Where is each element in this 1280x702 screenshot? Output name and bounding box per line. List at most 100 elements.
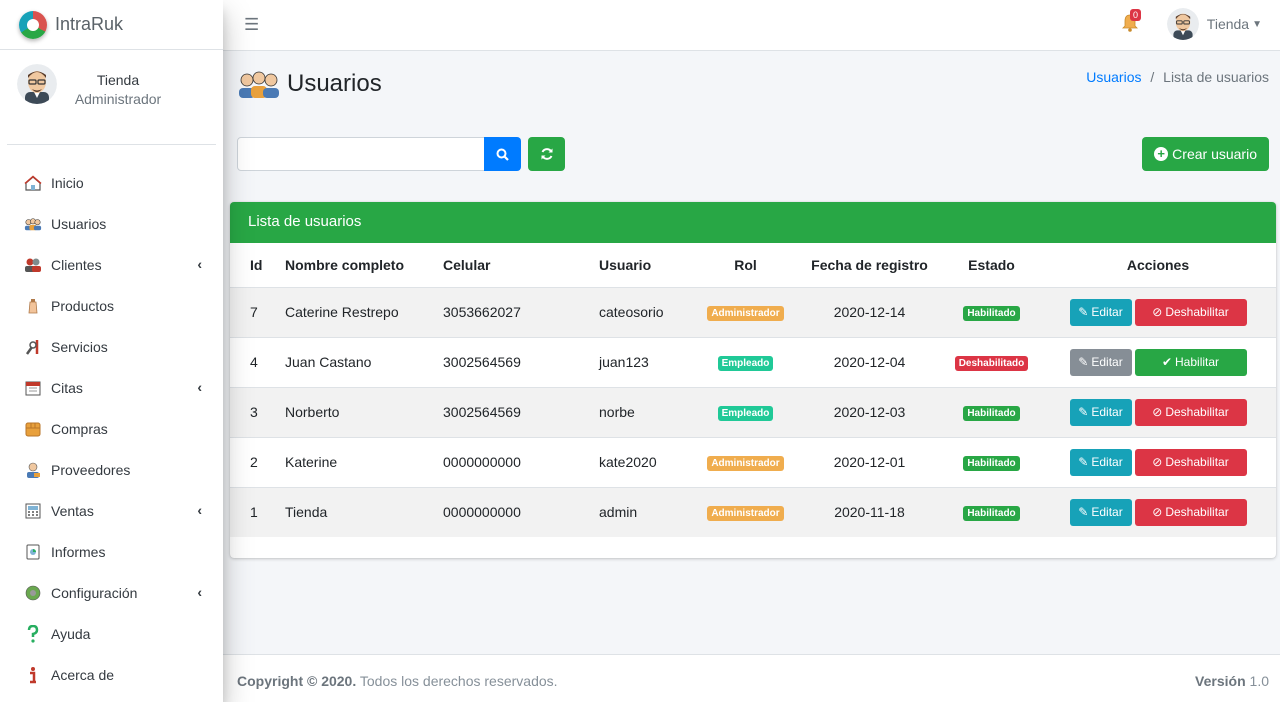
toggle-label: Deshabilitar (1165, 455, 1229, 469)
sidebar-item-servicios[interactable]: Servicios (0, 326, 223, 367)
search-button[interactable] (484, 137, 521, 171)
search-input[interactable] (237, 137, 485, 171)
sidebar-item-label: Citas (51, 379, 83, 396)
status-badge: Habilitado (963, 406, 1020, 421)
user-menu-name: Tienda (1206, 16, 1250, 32)
cell-estado: Habilitado (943, 386, 1040, 437)
sidebar-item-compras[interactable]: Compras (0, 408, 223, 449)
toggle-status-button[interactable]: ⊘ Deshabilitar (1134, 498, 1247, 526)
sidebar-item-label: Configuración (51, 584, 138, 601)
breadcrumb-current: Lista de usuarios (1163, 69, 1269, 85)
cell-user: cateosorio (599, 286, 695, 337)
notification-badge: 0 (1129, 9, 1141, 21)
cell-acciones: ✎ Editar ⊘ Deshabilitar (1040, 486, 1276, 537)
cell-cel: 0000000000 (443, 436, 599, 487)
status-badge: Habilitado (963, 456, 1020, 471)
cell-name: Tienda (278, 486, 443, 537)
brand-link[interactable]: IntraRuk (0, 0, 223, 50)
edit-button[interactable]: ✎ Editar (1069, 498, 1132, 526)
toggle-label: Deshabilitar (1165, 505, 1229, 520)
sidebar-item-inicio[interactable]: Inicio (0, 162, 223, 203)
user-role: Administrador (74, 91, 162, 107)
sidebar-item-proveedores[interactable]: Proveedores (0, 449, 223, 490)
edit-button[interactable]: ✎ Editar (1069, 298, 1132, 326)
page-title: Usuarios (287, 70, 382, 97)
cell-rol: Empleado (695, 336, 796, 387)
sidebar-item-label: Ventas (51, 502, 94, 519)
column-header-estado: Estado (968, 256, 1015, 273)
cell-fecha: 2020-11-18 (796, 486, 943, 537)
role-badge: Administrador (707, 306, 784, 321)
supplier-icon (24, 461, 42, 479)
sidebar-item-ayuda[interactable]: Ayuda (0, 613, 223, 654)
edit-label: Editar (1091, 505, 1123, 520)
sidebar-item-label: Servicios (51, 338, 108, 355)
sidebar-item-ventas[interactable]: Ventas ‹ (0, 490, 223, 531)
sidebar-nav: Inicio Usuarios Clientes ‹ Productos Ser… (0, 162, 223, 695)
breadcrumb-separator: / (1150, 69, 1155, 85)
sidebar-item-clientes[interactable]: Clientes ‹ (0, 244, 223, 285)
breadcrumb: Usuarios / Lista de usuarios (1086, 69, 1269, 85)
box-icon (24, 420, 42, 438)
refresh-button[interactable] (528, 137, 565, 171)
help-icon (24, 624, 42, 643)
role-badge: Empleado (717, 406, 774, 421)
user-panel: Tienda Administrador (7, 50, 216, 145)
sidebar-item-citas[interactable]: Citas ‹ (0, 367, 223, 408)
cell-user: kate2020 (599, 436, 695, 487)
column-header-rol: Rol (734, 256, 757, 273)
users-table: Id Nombre completo Celular Usuario Rol F… (230, 243, 1276, 537)
cell-acciones: ✎ Editar ⊘ Deshabilitar (1040, 286, 1276, 337)
chevron-left-icon: ‹ (197, 584, 202, 600)
user-avatar-icon[interactable] (17, 64, 57, 104)
sidebar-item-label: Ayuda (51, 625, 91, 642)
card-title: Lista de usuarios (230, 202, 1276, 243)
calendar-icon (24, 379, 42, 397)
user-menu[interactable]: Tienda ▼ (1166, 8, 1262, 40)
sidebar-item-productos[interactable]: Productos (0, 285, 223, 326)
hamburger-menu-icon[interactable]: ☰ (244, 15, 259, 35)
table-row: 1 Tienda 0000000000 admin Administrador 2020-… (230, 486, 1276, 537)
footer: Copyright © 2020. Todos los derechos res… (223, 654, 1280, 702)
cell-rol: Administrador (695, 486, 796, 537)
sidebar-item-usuarios[interactable]: Usuarios (0, 203, 223, 244)
sidebar: IntraRuk Tienda Administrador Inicio Usu… (0, 0, 223, 702)
cell-acciones: ✎ Editar ⊘ Deshabilitar (1040, 386, 1276, 437)
column-header-acciones: Acciones (1126, 256, 1190, 273)
register-icon (24, 502, 42, 520)
version-label: Versión (1195, 673, 1246, 689)
users-card: Lista de usuarios Id Nombre completo Cel… (230, 202, 1276, 558)
edit-button[interactable]: ✎ Editar (1069, 348, 1132, 376)
cell-name: Caterine Restrepo (278, 286, 443, 337)
cell-estado: Habilitado (943, 436, 1040, 487)
page-header: Usuarios (237, 69, 382, 99)
edit-button[interactable]: ✎ Editar (1069, 448, 1132, 476)
cell-cel: 3002564569 (443, 336, 599, 387)
chevron-left-icon: ‹ (197, 502, 202, 518)
breadcrumb-link-usuarios[interactable]: Usuarios (1086, 69, 1141, 85)
edit-button[interactable]: ✎ Editar (1069, 398, 1132, 426)
check-circle-icon: ✔ (1161, 355, 1173, 369)
edit-label: Editar (1091, 405, 1123, 419)
cell-user: juan123 (599, 336, 695, 387)
sidebar-item-label: Inicio (51, 174, 84, 191)
pencil-icon: ✎ (1078, 355, 1089, 369)
plus-circle-icon: + (1154, 147, 1169, 161)
status-badge: Deshabilitado (954, 356, 1029, 371)
user-name[interactable]: Tienda (65, 72, 171, 88)
sidebar-item-informes[interactable]: Informes (0, 531, 223, 572)
toggle-status-button[interactable]: ⊘ Deshabilitar (1134, 448, 1247, 476)
cell-rol: Empleado (695, 386, 796, 437)
users-icon (24, 215, 42, 233)
toggle-status-button[interactable]: ⊘ Deshabilitar (1134, 298, 1247, 326)
create-user-button[interactable]: + Crear usuario (1142, 137, 1269, 171)
avatar (1166, 8, 1199, 40)
sidebar-item-acerca[interactable]: Acerca de (0, 654, 223, 695)
toggle-status-button[interactable]: ✔ Habilitar (1134, 348, 1247, 376)
role-badge: Empleado (717, 356, 774, 371)
cell-user: norbe (599, 386, 695, 437)
toggle-status-button[interactable]: ⊘ Deshabilitar (1134, 398, 1247, 426)
sidebar-item-configuracion[interactable]: Configuración ‹ (0, 572, 223, 613)
cell-estado: Deshabilitado (943, 336, 1040, 387)
copyright-bold: Copyright © 2020. (237, 673, 357, 689)
